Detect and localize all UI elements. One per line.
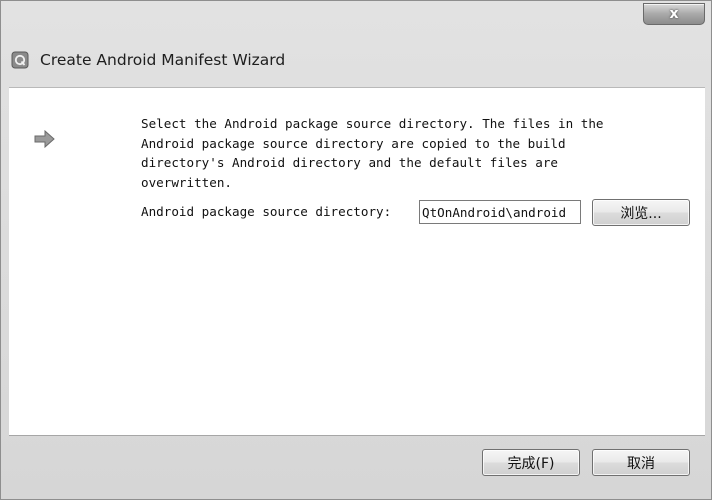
source-directory-label: Android package source directory: xyxy=(141,204,392,219)
close-icon: x xyxy=(669,6,679,22)
source-directory-input[interactable] xyxy=(419,200,581,224)
arrow-right-icon xyxy=(34,130,55,148)
cancel-button[interactable]: 取消 xyxy=(592,449,690,476)
qt-creator-app-icon xyxy=(11,51,29,69)
button-bar: 完成(F) 取消 xyxy=(9,435,705,492)
window-title: Create Android Manifest Wizard xyxy=(40,51,286,69)
finish-button[interactable]: 完成(F) xyxy=(482,449,580,476)
browse-button[interactable]: 浏览... xyxy=(592,199,690,226)
page-description: Select the Android package source direct… xyxy=(141,116,604,190)
close-button[interactable]: x xyxy=(643,3,705,25)
wizard-page: Select the Android package source direct… xyxy=(9,87,705,435)
wizard-window: Create Android Manifest Wizard x Select … xyxy=(0,0,712,500)
title-bar: Create Android Manifest Wizard x xyxy=(1,1,711,87)
